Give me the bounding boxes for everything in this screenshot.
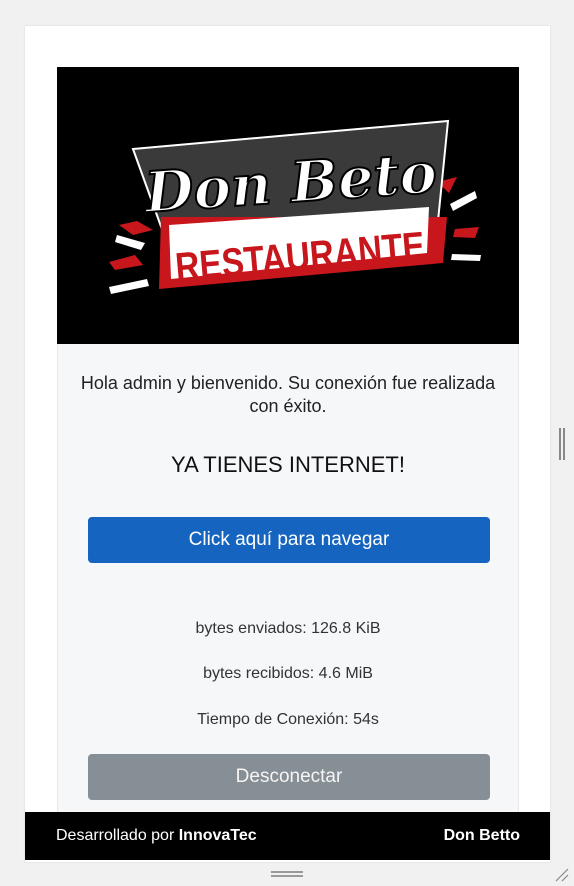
resize-grip-icon[interactable] xyxy=(553,866,569,882)
bytes-sent-stat: bytes enviados: 126.8 KiB xyxy=(195,620,381,637)
browse-button[interactable]: Click aquí para navegar xyxy=(88,517,490,563)
horizontal-resize-handle[interactable] xyxy=(271,871,303,877)
login-card: Don Beto RESTAURANTE Hola admin y bienve… xyxy=(25,26,550,862)
internet-status-heading: YA TIENES INTERNET! xyxy=(171,452,405,477)
footer-credit: Desarrollado por InnovaTec xyxy=(56,827,257,845)
connection-time-stat: Tiempo de Conexión: 54s xyxy=(197,711,379,728)
footer-brand: Don Betto xyxy=(443,827,520,844)
logo-banner: Don Beto RESTAURANTE xyxy=(57,67,519,344)
footer-credit-prefix: Desarrollado por xyxy=(56,827,179,844)
status-panel: Hola admin y bienvenido. Su conexión fue… xyxy=(57,344,519,814)
footer: Desarrollado por InnovaTec Don Betto xyxy=(25,812,550,860)
vertical-resize-handle[interactable] xyxy=(559,428,565,460)
welcome-message: Hola admin y bienvenido. Su conexión fue… xyxy=(80,373,496,416)
disconnect-button[interactable]: Desconectar xyxy=(88,754,490,800)
don-beto-logo: Don Beto RESTAURANTE xyxy=(109,119,481,294)
bytes-received-stat: bytes recibidos: 4.6 MiB xyxy=(203,665,373,682)
footer-developer-name: InnovaTec xyxy=(178,827,257,844)
